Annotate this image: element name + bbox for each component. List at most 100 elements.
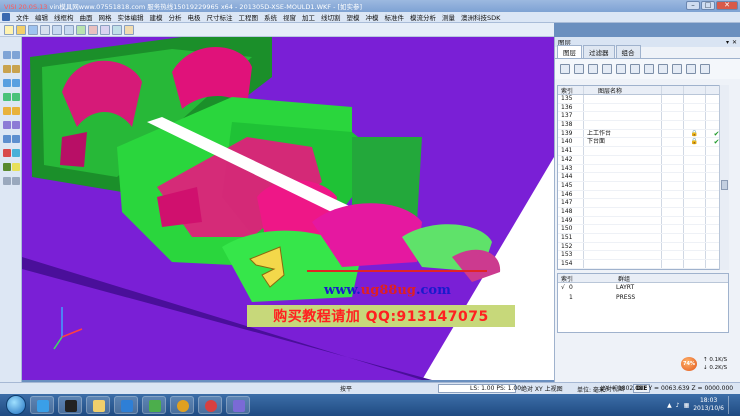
wireframe-icon[interactable] <box>3 51 11 59</box>
menu-item-15[interactable]: 塑模 <box>344 12 363 22</box>
delete-icon[interactable] <box>88 24 98 35</box>
new-file-icon[interactable] <box>4 24 14 35</box>
select-icon[interactable] <box>76 24 86 35</box>
find-icon[interactable] <box>574 64 584 74</box>
layer-lock-icon[interactable] <box>658 64 668 74</box>
mirror-icon[interactable] <box>3 135 11 143</box>
save-icon[interactable] <box>28 24 38 35</box>
layer-row[interactable]: 139 上工作台 🔒 ✔ <box>558 129 728 139</box>
move-icon[interactable] <box>3 121 11 129</box>
menu-item-6[interactable]: 建模 <box>147 12 166 22</box>
lock-icon[interactable] <box>684 260 706 268</box>
layer-row[interactable]: 145 <box>558 181 728 191</box>
arc-icon[interactable] <box>12 65 20 73</box>
measure-icon[interactable] <box>124 24 134 35</box>
lock-icon[interactable]: 🔒 <box>684 129 706 138</box>
layer-row[interactable]: 150 <box>558 225 728 234</box>
panel-close-icon[interactable]: ✕ <box>732 39 737 46</box>
lock-icon[interactable] <box>684 173 706 181</box>
menu-item-5[interactable]: 实体编辑 <box>115 12 147 22</box>
menu-item-4[interactable]: 网格 <box>96 12 115 22</box>
scroll-thumb[interactable] <box>721 180 728 190</box>
layer-new-icon[interactable] <box>588 64 598 74</box>
lock-icon[interactable] <box>684 216 706 225</box>
tray-icon-volume[interactable]: ♪ <box>676 402 680 409</box>
start-button[interactable] <box>6 395 26 415</box>
menu-item-13[interactable]: 加工 <box>299 12 318 22</box>
lock-icon[interactable] <box>684 242 706 251</box>
tray-icon-network[interactable]: ▦ <box>684 402 690 409</box>
task-chrome[interactable] <box>170 396 194 414</box>
lock-icon[interactable] <box>684 181 706 190</box>
layer-hide-icon[interactable] <box>644 64 654 74</box>
open-folder-icon[interactable] <box>16 24 26 35</box>
zoom-icon[interactable] <box>12 163 20 171</box>
lock-icon[interactable]: 🔒 <box>684 138 706 147</box>
lock-icon[interactable] <box>684 251 706 260</box>
line-icon[interactable] <box>3 65 11 73</box>
arrow-left-icon[interactable] <box>3 177 11 185</box>
point-icon[interactable] <box>12 51 20 59</box>
pan-icon[interactable] <box>3 163 11 171</box>
menu-item-12[interactable]: 视窗 <box>280 12 299 22</box>
menu-item-0[interactable]: 文件 <box>13 12 32 22</box>
app-icon[interactable] <box>2 13 10 21</box>
eye-icon[interactable] <box>560 64 570 74</box>
layer-scrollbar[interactable] <box>719 85 729 270</box>
close-button[interactable]: ✕ <box>716 1 738 10</box>
lock-icon[interactable] <box>684 199 706 207</box>
tab-group[interactable]: 组合 <box>615 45 641 58</box>
group-row[interactable]: 1 PRESS <box>558 293 728 303</box>
task-record[interactable] <box>198 396 222 414</box>
redo-icon[interactable] <box>64 24 74 35</box>
arrow-right-icon[interactable] <box>12 177 20 185</box>
lock-icon[interactable] <box>684 147 706 155</box>
menu-item-7[interactable]: 分析 <box>166 12 185 22</box>
layer-row[interactable]: 152 <box>558 242 728 252</box>
maximize-button[interactable]: □ <box>701 1 715 10</box>
3d-viewport[interactable]: www.ug88ug.com 购买教程请加 QQ:913147075 <box>22 37 554 380</box>
task-app[interactable] <box>226 396 250 414</box>
print-icon[interactable] <box>40 24 50 35</box>
menu-item-18[interactable]: 模流分析 <box>407 12 439 22</box>
undo-icon[interactable] <box>52 24 62 35</box>
layer-row[interactable]: 140 下台面 🔒 ✔ <box>558 138 728 148</box>
clock[interactable]: 18:03 2013/10/6 <box>693 397 724 413</box>
layer-row[interactable]: 148 <box>558 207 728 217</box>
layer-row[interactable]: 144 <box>558 173 728 182</box>
layer-move-icon[interactable] <box>616 64 626 74</box>
lock-icon[interactable] <box>684 234 706 242</box>
menu-item-20[interactable]: 澳洲科技SDK <box>458 12 503 22</box>
menu-item-11[interactable]: 系统 <box>261 12 280 22</box>
task-visi[interactable] <box>142 396 166 414</box>
layer-row[interactable]: 138 <box>558 121 728 130</box>
task-explorer[interactable] <box>86 396 110 414</box>
menu-item-9[interactable]: 尺寸标注 <box>204 12 236 22</box>
layer-row[interactable]: 149 <box>558 216 728 226</box>
extrude-icon[interactable] <box>3 93 11 101</box>
minimize-button[interactable]: – <box>686 1 700 10</box>
menu-item-19[interactable]: 测量 <box>439 12 458 22</box>
layer-row[interactable]: 142 <box>558 155 728 165</box>
layer-show-icon[interactable] <box>630 64 640 74</box>
rotate-icon[interactable] <box>12 121 20 129</box>
layer-row[interactable]: 146 <box>558 190 728 200</box>
view-icon[interactable] <box>112 24 122 35</box>
layer-unlock-icon[interactable] <box>672 64 682 74</box>
layer-row[interactable]: 153 <box>558 251 728 261</box>
solid-icon[interactable] <box>12 79 20 87</box>
menu-item-2[interactable]: 线框构 <box>51 12 77 22</box>
layer-delete-icon[interactable] <box>686 64 696 74</box>
revolve-icon[interactable] <box>12 93 20 101</box>
menu-item-8[interactable]: 电极 <box>185 12 204 22</box>
tab-filter[interactable]: 过滤器 <box>583 45 615 58</box>
lock-icon[interactable] <box>684 121 706 129</box>
show-desktop-button[interactable] <box>728 396 736 414</box>
boolean-icon[interactable] <box>3 107 11 115</box>
layer-row[interactable]: 151 <box>558 234 728 243</box>
task-qq[interactable] <box>58 396 82 414</box>
tab-layers[interactable]: 图层 <box>557 45 582 58</box>
tray-icon-ime[interactable]: ▲ <box>667 402 672 409</box>
fillet-icon[interactable] <box>12 107 20 115</box>
lock-icon[interactable] <box>684 190 706 199</box>
